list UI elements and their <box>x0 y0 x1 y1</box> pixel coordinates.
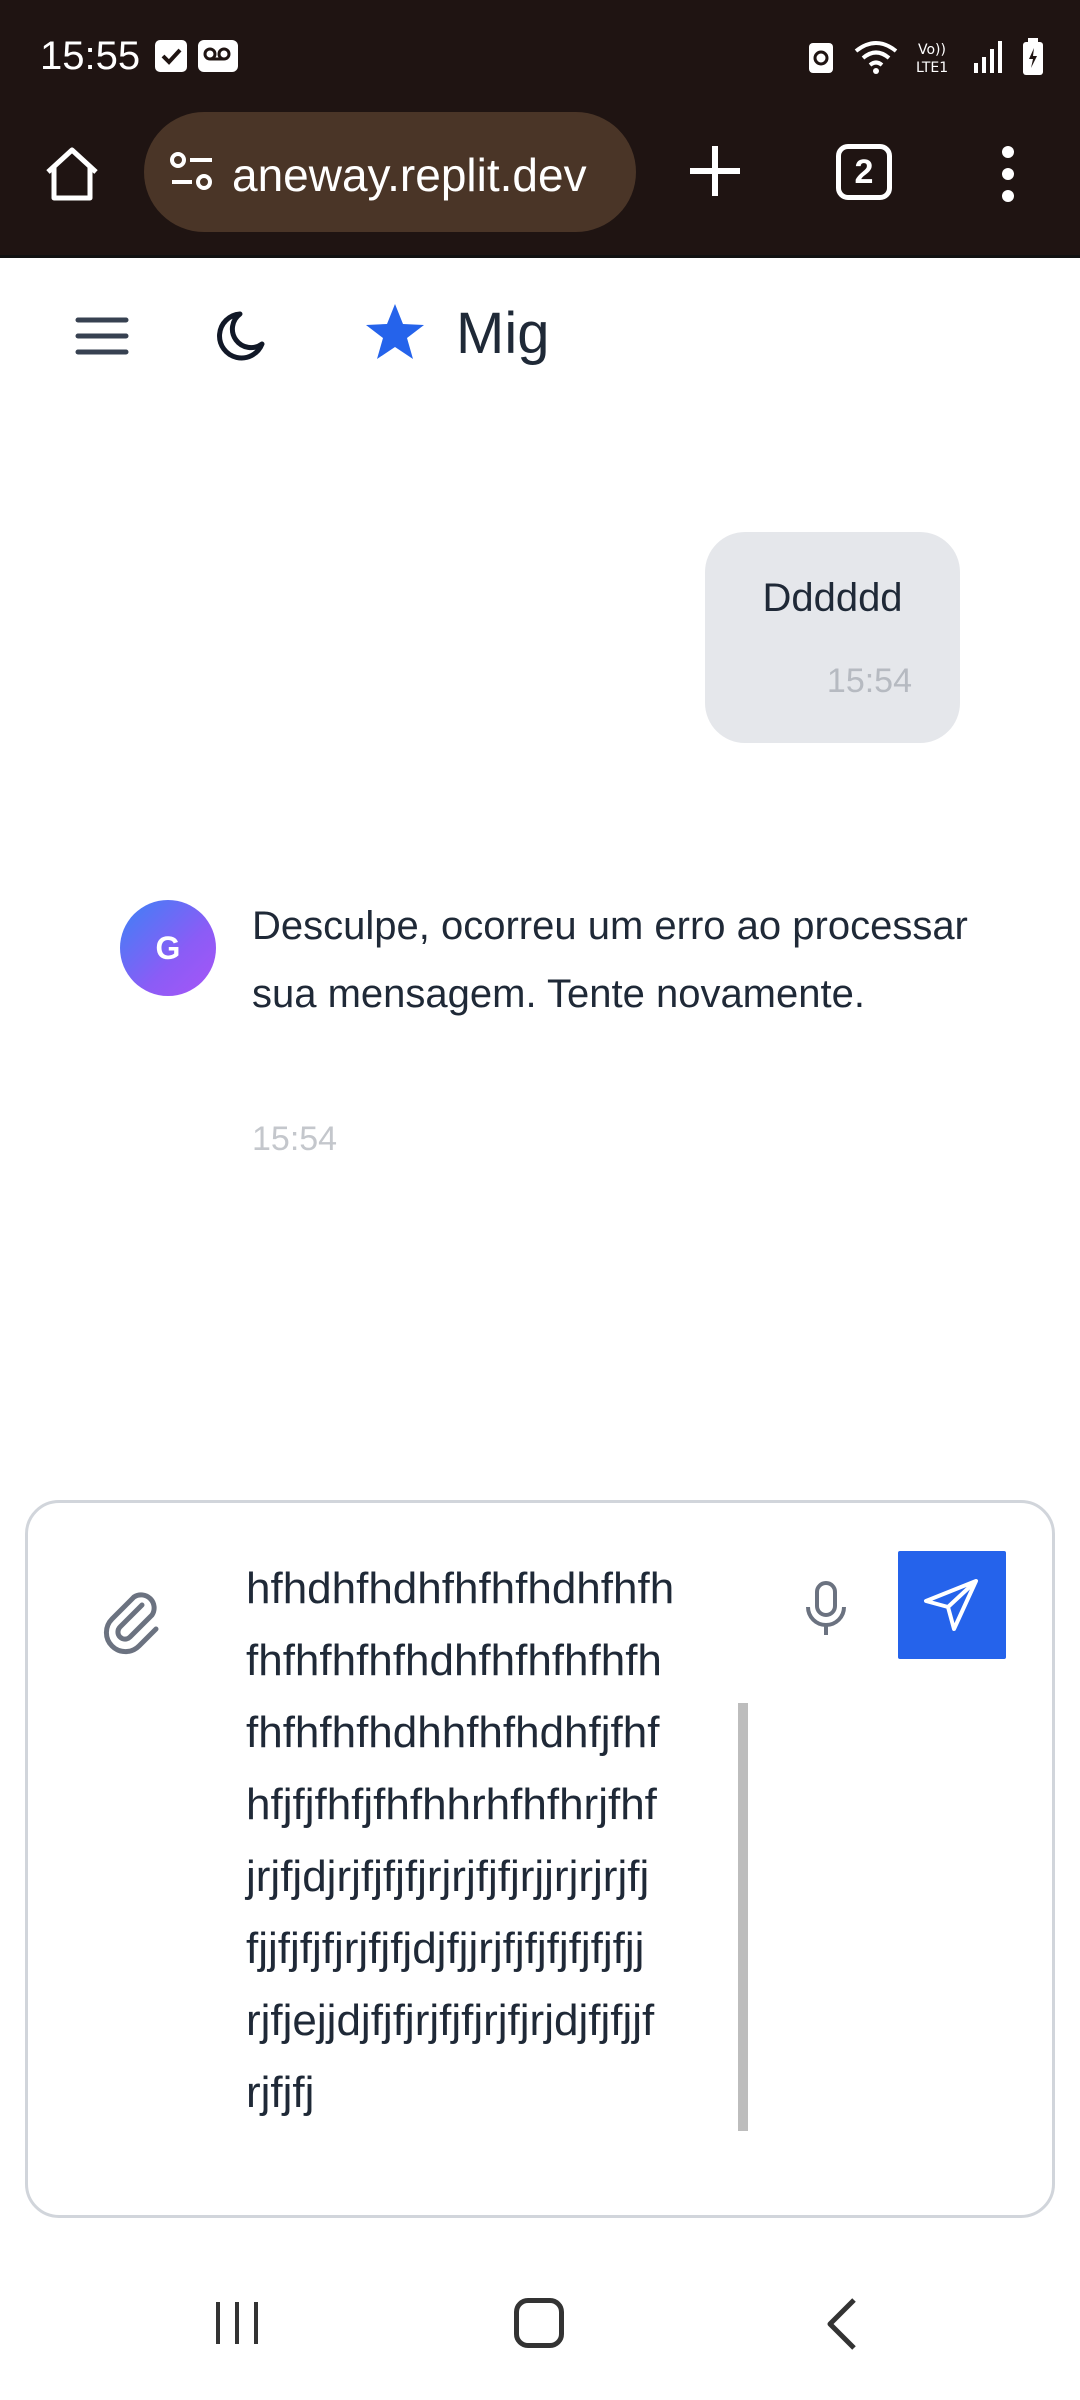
message-input[interactable]: hdhdhdhdhhhdhhhhhh hfhdhfhdhfhfhfhdhfhfh f… <box>220 1533 780 2173</box>
input-line: fhfhfhfhdhhfhfhdhfjfhf <box>246 1708 660 1757</box>
star-icon <box>366 304 424 359</box>
input-line: jrjfjdjrjfjfjfjrjrjfjfjrjjrjrjrjfj <box>246 1852 650 1901</box>
input-line: hfjfjfhfjfhfhhrhfhfhrjfhf <box>246 1780 657 1829</box>
send-icon <box>924 1579 978 1631</box>
signal-icon <box>974 41 1002 73</box>
svg-text:LTE1: LTE1 <box>916 60 948 75</box>
input-line: hdhdhdhdhhhdhhhhhh <box>246 1533 766 1553</box>
svg-text:Vo)): Vo)) <box>918 42 946 58</box>
back-icon[interactable] <box>822 2296 862 2352</box>
tab-switcher-button[interactable]: 2 <box>836 144 892 200</box>
send-button[interactable] <box>898 1551 1006 1659</box>
status-time: 15:55 <box>40 34 141 78</box>
home-nav-icon[interactable] <box>514 2298 564 2348</box>
check-notification-icon <box>155 40 187 72</box>
input-line: fhfhfhfhfhdhfhfhfhfhfh <box>246 1636 662 1685</box>
home-icon[interactable] <box>40 142 104 206</box>
more-icon[interactable] <box>988 142 1028 206</box>
user-message-bubble: Dddddd 15:54 <box>705 532 960 743</box>
menu-icon[interactable] <box>72 306 132 366</box>
input-line: hfhdhfhdhfhfhfhdhfhfh <box>246 1564 675 1613</box>
battery-charging-icon <box>1023 38 1043 75</box>
attach-icon[interactable] <box>96 1583 168 1655</box>
browser-toolbar: aneway.replit.dev 2 <box>0 108 1080 258</box>
assistant-message-text: Desculpe, ocorreu um erro ao processar s… <box>252 904 968 1016</box>
site-settings-icon[interactable] <box>166 146 218 198</box>
microphone-icon[interactable] <box>800 1579 852 1639</box>
app-title: Mig <box>456 301 550 366</box>
input-scrollbar[interactable] <box>738 1703 748 2131</box>
url-text: aneway.replit.dev <box>232 149 587 201</box>
url-bar[interactable]: aneway.replit.dev <box>144 112 636 232</box>
wifi-icon <box>854 41 898 74</box>
input-line: fjjfjfjfjrjfjfjdjfjjrjfjfjfjfjfjfjj <box>246 1924 645 1973</box>
status-bar: 15:55 Vo)) LTE1 <box>0 0 1080 108</box>
recent-apps-icon[interactable] <box>212 2300 262 2346</box>
message-input-text: hdhdhdhdhhhdhhhhhh hfhdhfhdhfhfhfhdhfhfh f… <box>246 1533 766 2129</box>
input-line: rjfjfj <box>246 2068 315 2117</box>
volte-icon: Vo)) LTE1 <box>916 42 948 75</box>
message-time: 15:54 <box>252 1120 338 1158</box>
avatar: G <box>120 900 216 996</box>
data-saver-icon <box>809 43 833 73</box>
message-composer: hdhdhdhdhhhdhhhhhh hfhdhfhdhfhfhfhdhfhfh f… <box>25 1500 1055 2218</box>
dark-mode-icon[interactable] <box>212 304 278 370</box>
input-line: rjfjejjdjfjfjrjfjfjrjfjrjdjfjfjjf <box>246 1996 655 2045</box>
voicemail-icon <box>198 40 238 72</box>
message-text: Dddddd <box>762 576 903 620</box>
app-header: Mig <box>0 260 1080 410</box>
system-nav-bar <box>0 2240 1080 2400</box>
message-time: 15:54 <box>826 662 912 700</box>
status-icons: Vo)) LTE1 <box>806 38 1044 76</box>
new-tab-icon[interactable] <box>680 136 750 206</box>
